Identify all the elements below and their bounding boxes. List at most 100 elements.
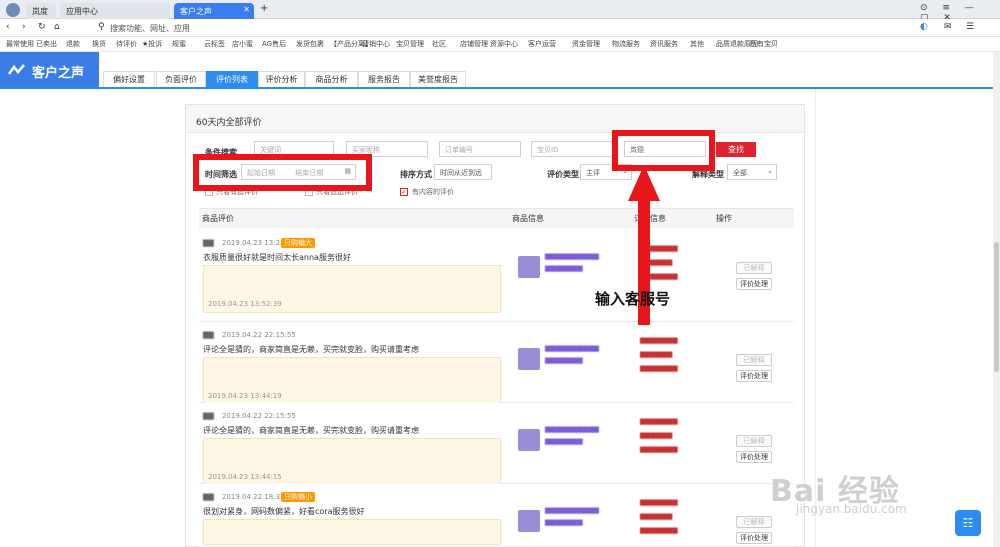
extension-icon[interactable]: ◐	[920, 22, 928, 32]
buyer-name: ▇▇	[203, 493, 214, 501]
order-info: ▆▆▆▆▆▆	[640, 350, 673, 358]
bookmark-item[interactable]: AG售后	[262, 39, 286, 49]
search-button-label: 查找	[728, 145, 744, 154]
close-icon[interactable]: ✕	[243, 5, 250, 14]
new-tab-icon[interactable]: +	[260, 3, 268, 14]
back-icon[interactable]: ‹	[6, 22, 10, 32]
review-text: 很划对紧身，网码数偏紧，好看cora服务很好	[203, 507, 365, 516]
bookmark-item[interactable]: 云标签	[204, 39, 225, 49]
order-info: ▆▆▆▆▆▆▆	[640, 498, 678, 506]
nav-tab-label: 偏好设置	[113, 75, 145, 84]
browser-tab-label: 岚度	[32, 7, 48, 16]
explained-button[interactable]: 已解释	[736, 262, 772, 274]
explain-select[interactable]: 全部 ⌄	[727, 164, 777, 180]
order-info: ▆▆▆▆▆▆	[640, 431, 673, 439]
reply-time: 2019.04.23 13:44:19	[208, 392, 282, 400]
bookmark-item[interactable]: 所有宝贝	[750, 39, 778, 49]
chart-logo-icon	[8, 64, 25, 75]
bookmark-item[interactable]: 店铺管理	[460, 39, 488, 49]
handle-review-button[interactable]: 评价处理	[736, 532, 772, 544]
bookmark-item[interactable]: 资讯服务	[650, 39, 678, 49]
buyer-name: ▇▇	[203, 239, 214, 247]
bookmark-item[interactable]: 营销中心	[362, 39, 390, 49]
nav-tab-label: 评价分析	[265, 75, 298, 84]
product-info: ▆▆▆▆▆▆▆▆▆▆	[545, 252, 599, 260]
bookmark-item[interactable]: 资金管理	[572, 39, 600, 49]
reply-time: 2019.04.23 13:52:39	[208, 300, 282, 308]
nav-tab[interactable]: 商品分析	[305, 71, 358, 88]
address-bar: ‹ › ↻ ⌂ ⚲ 搜索功能、网址、应用 ◐ ✉ ☰	[0, 19, 1000, 37]
bookmark-item[interactable]: 规蜜	[172, 39, 186, 49]
panel-header	[186, 105, 804, 133]
address-input[interactable]: 搜索功能、网址、应用	[110, 23, 190, 34]
eval-type-label: 评价类型	[547, 170, 579, 179]
nav-tab-label: 服务报告	[368, 75, 400, 84]
chat-icon: ☷	[962, 516, 974, 530]
seller-reply: 2019.04.23 13:44:15	[203, 438, 501, 486]
bookmark-item[interactable]: 最常使用	[6, 39, 34, 49]
menu-icon[interactable]: ☰	[966, 22, 974, 32]
bookmark-item[interactable]: 资源中心	[490, 39, 518, 49]
order-info: ▆▆▆▆▆▆	[640, 512, 673, 520]
order-input[interactable]: 订单编号	[439, 141, 521, 157]
explained-button[interactable]: 已解释	[736, 516, 772, 528]
bookmark-item[interactable]: 发货包裹	[296, 39, 324, 49]
review-text: 评论全是猜的，商家简直是无赖，买完就变脸，购买请重考虑	[203, 345, 419, 354]
nav-tab-label: 美誉度报告	[418, 75, 458, 84]
checkbox-checked[interactable]: ✓	[400, 188, 408, 196]
chat-button[interactable]: ☷	[955, 510, 981, 536]
handle-review-button[interactable]: 评价处理	[736, 370, 772, 382]
product-info: ▆▆▆▆▆▆▆▆▆▆	[545, 425, 599, 433]
browser-tab[interactable]: 应用中心	[60, 3, 170, 19]
nav-tab[interactable]: 服务报告	[358, 71, 410, 88]
bookmark-item[interactable]: 社区	[432, 39, 446, 49]
search-icon: ⚲	[98, 22, 105, 32]
product-thumbnail	[518, 348, 540, 370]
bookmarks-bar: 最常使用 已卖出 退款 换货 待评价 ★投诉 规蜜 云标签 店小蜜 AG售后 发货包裹 【产品分离】营…	[0, 37, 1000, 52]
bookmark-item[interactable]: 换货	[92, 39, 106, 49]
nav-tab[interactable]: 美誉度报告	[410, 71, 466, 88]
nav-tab[interactable]: 负面评价	[156, 71, 206, 88]
bookmark-item[interactable]: 物流服务	[612, 39, 640, 49]
product-info: ▆▆▆▆▆▆▆▆▆▆	[545, 344, 599, 352]
nav-tab[interactable]: 评价分析	[258, 71, 305, 88]
product-info: ▆▆▆▆▆▆▆	[545, 264, 583, 272]
eval-type-value: 主评	[586, 169, 600, 177]
product-thumbnail	[518, 429, 540, 451]
seller-reply	[203, 519, 501, 545]
nav-tab-label: 负面评价	[165, 75, 197, 84]
product-info: ▆▆▆▆▆▆▆	[545, 356, 583, 364]
nav-tab-label: 商品分析	[315, 75, 348, 84]
explained-button[interactable]: 已解释	[736, 435, 772, 447]
bookmark-item[interactable]: 已卖出	[36, 39, 57, 49]
handle-review-button[interactable]: 评价处理	[736, 278, 772, 290]
home-icon[interactable]: ⌂	[54, 22, 60, 32]
forward-icon[interactable]: ›	[22, 22, 26, 32]
handle-review-button[interactable]: 评价处理	[736, 451, 772, 463]
bookmark-item[interactable]: 客户运营	[528, 39, 556, 49]
order-info: ▆▆▆▆▆▆▆	[640, 364, 678, 372]
nav-tab[interactable]: 评价列表	[206, 71, 258, 88]
chevron-down-icon: ⌄	[767, 167, 773, 175]
bookmark-item[interactable]: 待评价	[116, 39, 137, 49]
bookmark-item[interactable]: 宝贝管理	[396, 39, 424, 49]
search-button[interactable]: 查找	[716, 142, 756, 157]
item-id-input[interactable]: 宝贝ID	[531, 141, 613, 157]
refresh-icon[interactable]: ↻	[38, 22, 46, 32]
bookmark-item[interactable]: 其他	[690, 39, 704, 49]
buyer-name: ▇▇	[203, 412, 214, 420]
scrollbar[interactable]	[993, 52, 1000, 547]
sort-select[interactable]: 时间从近到远	[434, 164, 492, 180]
avatar[interactable]	[6, 3, 20, 17]
explained-button[interactable]: 已解释	[736, 354, 772, 366]
nav-tab[interactable]: 偏好设置	[103, 71, 155, 88]
column-header: 商品评价	[202, 214, 234, 223]
browser-tab-active[interactable]: 客户之声 ✕	[174, 3, 254, 19]
sort-label: 排序方式	[400, 170, 432, 179]
bookmark-item[interactable]: 店小蜜	[232, 39, 253, 49]
browser-tab[interactable]: 岚度	[26, 3, 56, 19]
mail-icon[interactable]: ✉	[944, 22, 952, 32]
review-date: 2019.04.22 22:15:55	[222, 331, 296, 339]
bookmark-item[interactable]: ★投诉	[142, 39, 162, 49]
bookmark-item[interactable]: 退款	[66, 39, 80, 49]
